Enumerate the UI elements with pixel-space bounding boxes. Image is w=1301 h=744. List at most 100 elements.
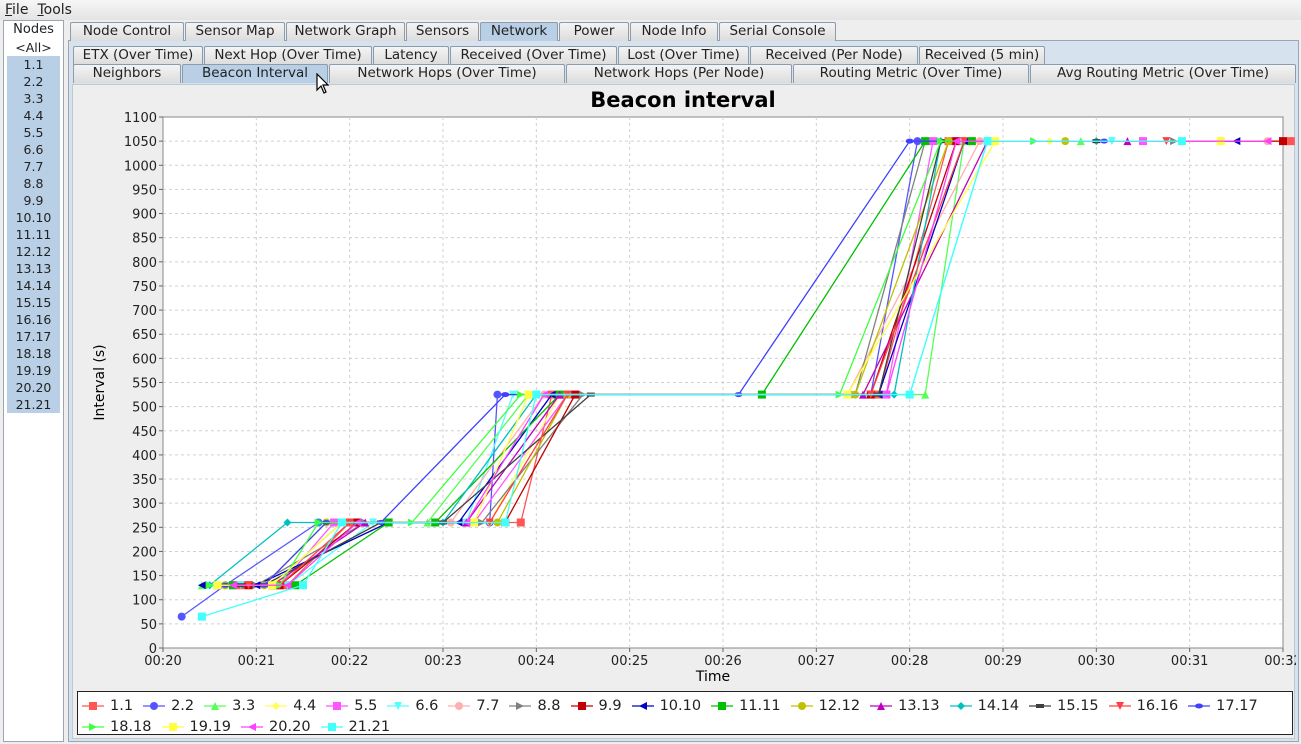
legend-swatch-icon (949, 701, 972, 710)
x-tick-label: 00:23 (424, 654, 461, 669)
legend-item: 20.20 (241, 716, 311, 737)
top-tab-7[interactable]: Serial Console (719, 22, 836, 41)
sub-tab-0[interactable]: ETX (Over Time) (73, 46, 203, 65)
node-item[interactable]: 6.6 (7, 141, 60, 158)
node-item[interactable]: 14.14 (7, 277, 60, 294)
node-item[interactable]: 2.2 (7, 73, 60, 90)
legend-swatch-icon (790, 701, 813, 710)
node-item[interactable]: 7.7 (7, 158, 60, 175)
y-tick-label: 1000 (124, 159, 157, 174)
legend-item: 17.17 (1188, 695, 1258, 716)
y-tick-label: 450 (132, 425, 157, 440)
y-tick-label: 1050 (124, 135, 157, 150)
sub-tab-r2-1[interactable]: Beacon Interval (182, 64, 328, 83)
data-point-21.21 (501, 518, 510, 527)
x-tick-label: 00:26 (704, 654, 741, 669)
top-tab-6[interactable]: Node Info (630, 22, 718, 41)
legend-item: 3.3 (204, 695, 255, 716)
data-point-21.21 (983, 137, 992, 146)
legend-label: 5.5 (354, 697, 378, 714)
x-tick-label: 00:22 (331, 654, 368, 669)
sub-tab-r2-4[interactable]: Routing Metric (Over Time) (793, 64, 1029, 83)
sub-tab-5[interactable]: Received (Per Node) (750, 46, 918, 65)
legend-swatch-icon (631, 701, 654, 710)
node-item[interactable]: 4.4 (7, 107, 60, 124)
node-item[interactable]: 3.3 (7, 90, 60, 107)
menu-file[interactable]: File (0, 2, 32, 18)
node-item[interactable]: 11.11 (7, 226, 60, 243)
top-tab-0[interactable]: Node Control (70, 22, 184, 41)
node-item[interactable]: 5.5 (7, 124, 60, 141)
legend-marker (577, 701, 586, 710)
legend-label: 6.6 (415, 697, 439, 714)
mouse-pointer-icon (316, 73, 330, 94)
sub-tab-1[interactable]: Next Hop (Over Time) (204, 46, 372, 65)
menu-tools[interactable]: Tools (32, 2, 76, 18)
menu-file-mnemonic: F (5, 2, 13, 18)
sub-tab-bar-row2: Neighbors Beacon Interval Network Hops (Ov… (73, 64, 1297, 83)
node-item[interactable]: 16.16 (7, 311, 60, 328)
legend-swatch-icon (711, 701, 734, 710)
x-tick-label: 00:25 (611, 654, 648, 669)
node-item[interactable]: 9.9 (7, 192, 60, 209)
legend-marker (956, 701, 965, 710)
legend-label: 9.9 (598, 697, 622, 714)
x-tick-label: 00:27 (798, 654, 835, 669)
sub-tab-4[interactable]: Lost (Over Time) (618, 46, 749, 65)
node-item[interactable]: 10.10 (7, 209, 60, 226)
node-item[interactable]: 12.12 (7, 243, 60, 260)
legend-swatch-icon (204, 701, 227, 710)
legend-label: 16.16 (1136, 697, 1179, 714)
node-item[interactable]: 1.1 (7, 56, 60, 73)
sub-tab-r2-5[interactable]: Avg Routing Metric (Over Time) (1030, 64, 1296, 83)
node-item[interactable]: 15.15 (7, 294, 60, 311)
legend-item: 4.4 (265, 695, 316, 716)
node-item-all[interactable]: <All> (7, 39, 60, 56)
x-axis-label: Time (695, 669, 730, 685)
y-tick-label: 250 (132, 521, 157, 536)
nodes-panel: Nodes <All> 1.1 2.2 3.3 4.4 5.5 6.6 7.7 8.8 9.9 10… (3, 20, 64, 742)
node-list[interactable]: <All> 1.1 2.2 3.3 4.4 5.5 6.6 7.7 8.8 9.9 10.10 11.… (7, 39, 60, 413)
top-tab-bar: Node Control Sensor Map Network Graph Senso… (70, 22, 837, 41)
top-tab-2[interactable]: Network Graph (286, 22, 405, 41)
top-tab-5[interactable]: Power (559, 22, 629, 41)
node-item[interactable]: 17.17 (7, 328, 60, 345)
legend-label: 13.13 (898, 697, 940, 714)
data-point-21.21 (299, 581, 307, 590)
nodes-title: Nodes (13, 22, 54, 37)
top-tab-3[interactable]: Sensors (406, 22, 479, 41)
node-item[interactable]: 20.20 (7, 379, 60, 396)
y-tick-label: 750 (132, 280, 157, 295)
top-tab-1[interactable]: Sensor Map (185, 22, 285, 41)
legend-label: 8.8 (537, 697, 561, 714)
node-item[interactable]: 19.19 (7, 362, 60, 379)
legend-item: 10.10 (631, 695, 702, 716)
legend-swatch-icon (570, 701, 593, 710)
sub-tab-6[interactable]: Received (5 min) (919, 46, 1045, 65)
y-axis-label: Interval (s) (92, 344, 108, 420)
y-tick-label: 150 (132, 570, 157, 585)
chart-title: Beacon interval (590, 88, 775, 112)
legend-swatch-icon (509, 701, 532, 710)
sub-tab-r2-2[interactable]: Network Hops (Over Time) (329, 64, 565, 83)
node-item[interactable]: 8.8 (7, 175, 60, 192)
legend-swatch-icon (82, 701, 104, 710)
data-point-19.19 (213, 581, 222, 590)
node-item[interactable]: 21.21 (7, 396, 60, 413)
node-item[interactable]: 18.18 (7, 345, 60, 362)
sub-tab-r2-3[interactable]: Network Hops (Per Node) (566, 64, 792, 83)
sub-tab-r2-0[interactable]: Neighbors (73, 64, 181, 83)
legend-swatch-icon (161, 722, 184, 731)
legend-label: 10.10 (659, 697, 702, 714)
legend-marker (248, 722, 257, 731)
legend-swatch-icon (448, 701, 471, 710)
y-tick-label: 100 (132, 594, 157, 609)
legend-label: 20.20 (269, 718, 311, 735)
y-tick-label: 400 (132, 449, 157, 464)
legend-swatch-icon (1029, 703, 1052, 708)
top-tab-4[interactable]: Network (480, 22, 558, 41)
node-item[interactable]: 13.13 (7, 260, 60, 277)
sub-tab-2[interactable]: Latency (373, 46, 449, 65)
sub-tab-3[interactable]: Received (Over Time) (450, 46, 617, 65)
legend-item: 6.6 (387, 695, 438, 716)
